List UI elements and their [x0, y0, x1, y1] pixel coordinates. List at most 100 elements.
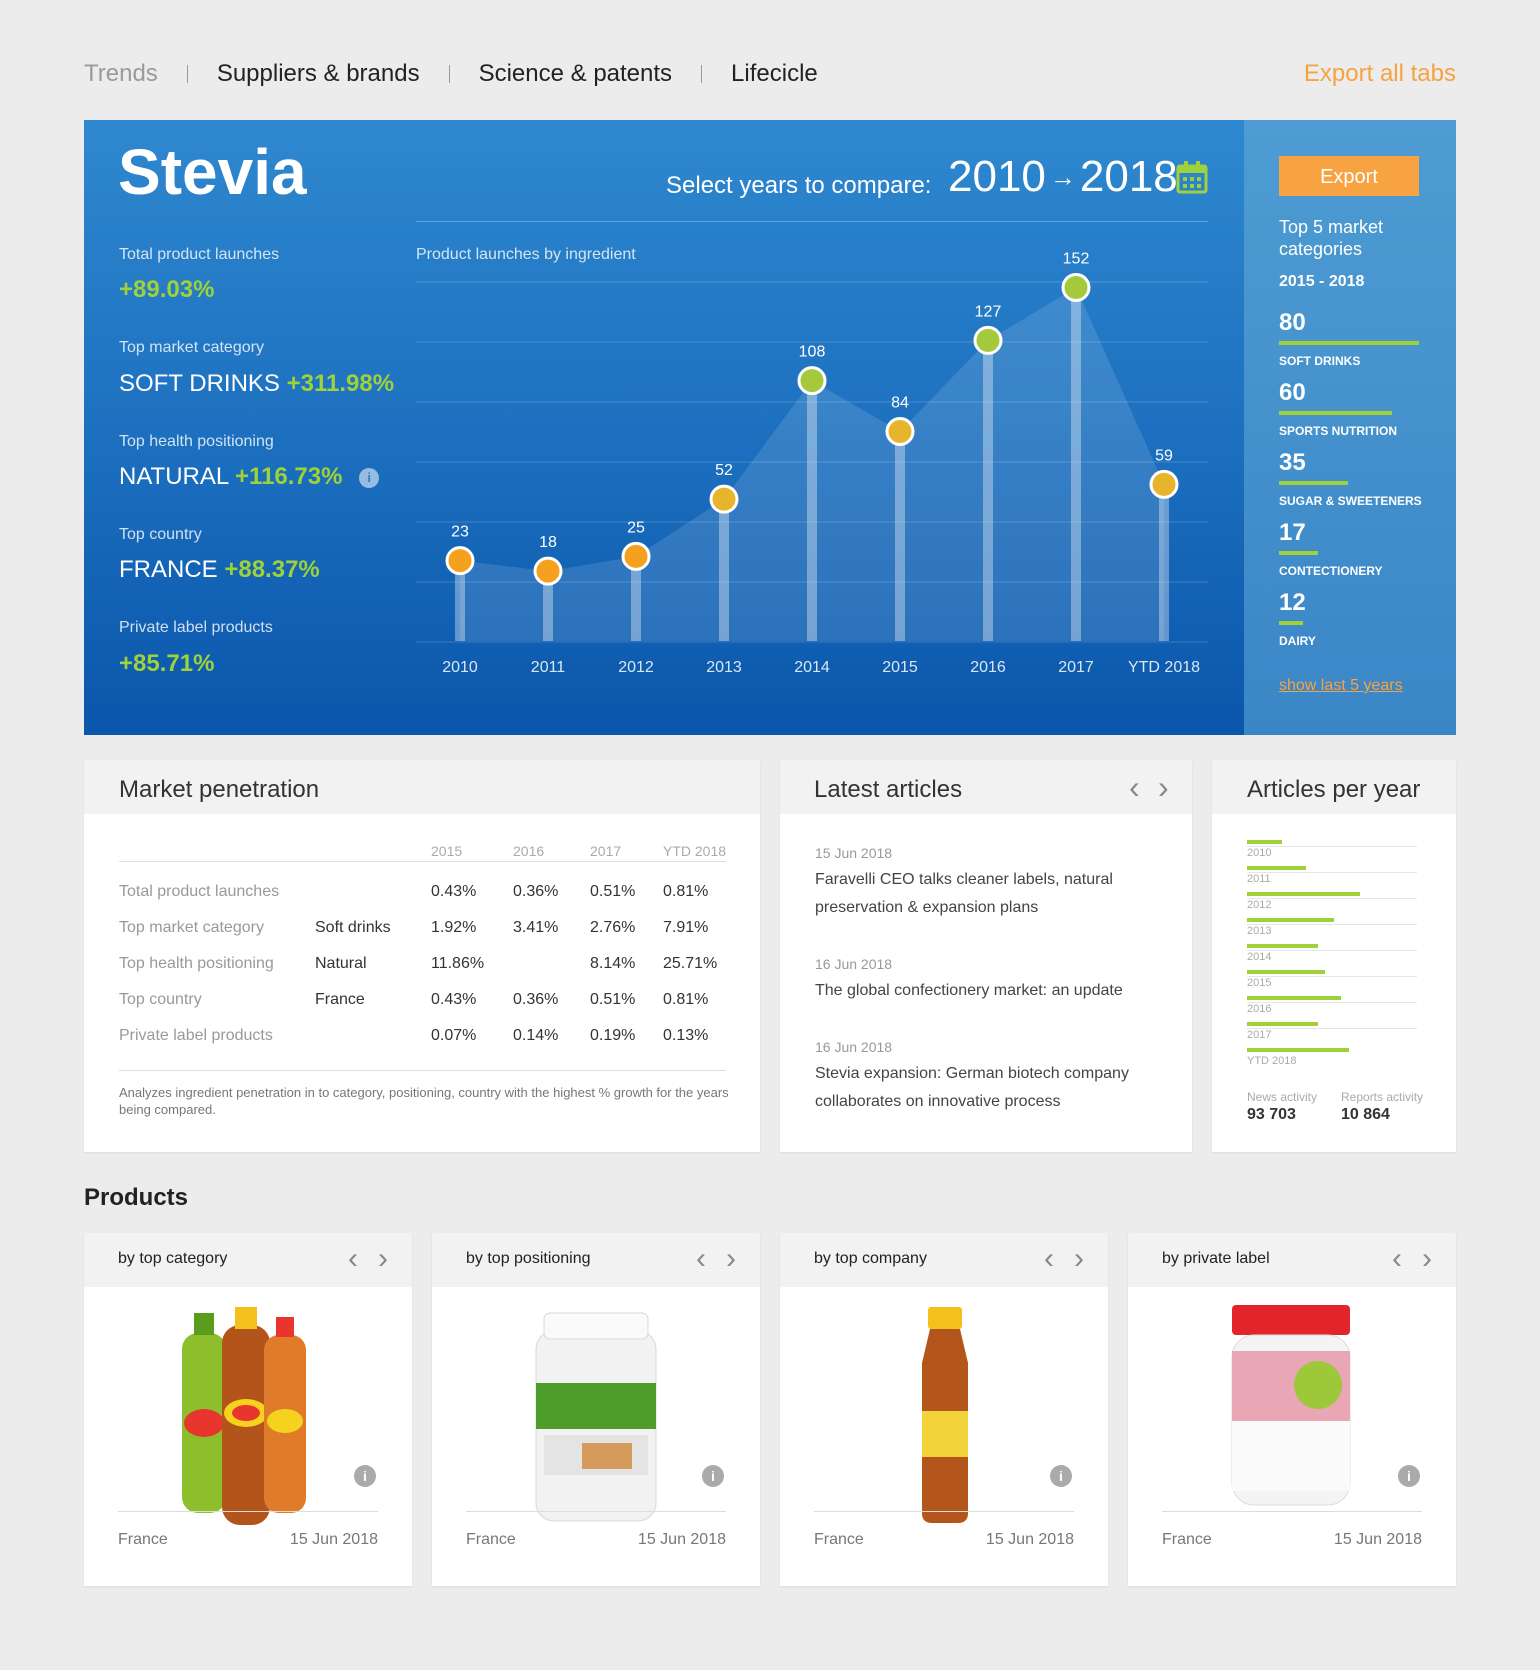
- x-tick-label: YTD 2018: [1128, 659, 1200, 676]
- product-card-title: by private label: [1162, 1250, 1270, 1267]
- product-card[interactable]: by top category ‹ › i France 15 Jun 2018: [84, 1233, 412, 1586]
- product-card-title: by top category: [118, 1250, 228, 1267]
- article-date: 15 Jun 2018: [815, 845, 893, 861]
- bar-stem: [1071, 287, 1081, 641]
- bottle-peach: [264, 1317, 306, 1513]
- bar-stem: [983, 340, 993, 641]
- chevron-right-icon[interactable]: ›: [1158, 771, 1169, 803]
- table-cell: 0.51%: [590, 883, 636, 900]
- chevron-right-icon[interactable]: ›: [1074, 1244, 1084, 1274]
- year-bar: [1247, 840, 1282, 844]
- table-cell: 0.81%: [663, 883, 709, 900]
- reports-activity-value: 10 864: [1341, 1106, 1390, 1123]
- category-count: 80: [1279, 309, 1306, 336]
- row-category: France: [315, 991, 365, 1008]
- table-cell: 25.71%: [663, 955, 718, 972]
- data-point: [533, 556, 563, 586]
- product-card[interactable]: by private label ‹ › i France 15 Jun 201…: [1128, 1233, 1456, 1586]
- product-card-title: by top company: [814, 1250, 927, 1267]
- article-link[interactable]: Stevia expansion: German biotech company…: [815, 1060, 1135, 1116]
- products-heading: Products: [84, 1184, 189, 1211]
- stevia-jar-image: [1231, 1305, 1351, 1506]
- year-label: 2017: [1247, 1029, 1272, 1041]
- category-bar: [1279, 481, 1348, 485]
- data-point: [1061, 273, 1091, 303]
- table-cell: 0.14%: [513, 1027, 559, 1044]
- table-cell: 7.91%: [663, 919, 709, 936]
- article-date: 16 Jun 2018: [815, 1039, 893, 1055]
- column-header: 2016: [513, 843, 545, 859]
- article-link[interactable]: Faravelli CEO talks cleaner labels, natu…: [815, 866, 1135, 922]
- year-bar: [1247, 1048, 1350, 1052]
- category-bar: [1279, 551, 1319, 555]
- year-label: 2011: [1247, 873, 1271, 885]
- chevron-left-icon[interactable]: ‹: [1392, 1244, 1402, 1274]
- card-title: Market penetration: [119, 776, 320, 803]
- chevron-left-icon[interactable]: ‹: [348, 1244, 358, 1274]
- export-button[interactable]: Export: [1279, 156, 1419, 196]
- product-card-title: by top positioning: [466, 1250, 591, 1267]
- year-divider: [1247, 976, 1417, 977]
- card-divider: [118, 1511, 378, 1512]
- year-divider: [1247, 924, 1417, 925]
- table-cell: 0.51%: [590, 991, 636, 1008]
- chevron-right-icon[interactable]: ›: [378, 1244, 388, 1274]
- row-label: Top health positioning: [119, 955, 274, 972]
- article-date: 16 Jun 2018: [815, 956, 893, 972]
- protein-tub-image: [535, 1312, 657, 1522]
- product-card[interactable]: by top positioning ‹ › i France 15 Jun 2…: [432, 1233, 760, 1586]
- info-icon[interactable]: i: [1050, 1465, 1072, 1487]
- product-date: 15 Jun 2018: [289, 1531, 378, 1548]
- year-label: 2014: [1247, 951, 1272, 963]
- table-cell: 0.36%: [513, 883, 559, 900]
- table-divider: [119, 861, 726, 862]
- column-header: 2017: [590, 843, 622, 859]
- chevron-left-icon[interactable]: ‹: [1044, 1244, 1054, 1274]
- card-divider: [466, 1511, 726, 1512]
- news-activity-label: News activity: [1247, 1090, 1318, 1104]
- info-icon[interactable]: i: [1398, 1465, 1420, 1487]
- info-icon[interactable]: i: [354, 1465, 376, 1487]
- top-categories-title: Top 5 market categories: [1279, 217, 1384, 259]
- data-point: [709, 484, 739, 514]
- data-point: [621, 541, 651, 571]
- news-activity-value: 93 703: [1247, 1106, 1296, 1123]
- chevron-left-icon[interactable]: ‹: [696, 1244, 706, 1274]
- chevron-right-icon[interactable]: ›: [726, 1244, 736, 1274]
- table-cell: 0.36%: [513, 991, 559, 1008]
- year-bar: [1247, 970, 1326, 974]
- chevron-left-icon[interactable]: ‹: [1129, 771, 1140, 803]
- table-cell: 0.07%: [431, 1027, 477, 1044]
- table-cell: 3.41%: [513, 919, 559, 936]
- data-point: [1149, 469, 1179, 499]
- row-label: Private label products: [119, 1027, 273, 1044]
- product-country: France: [1162, 1531, 1212, 1548]
- info-icon[interactable]: i: [702, 1465, 724, 1487]
- x-tick-label: 2014: [794, 659, 830, 676]
- x-tick-label: 2013: [706, 659, 742, 676]
- table-cell: 0.19%: [590, 1027, 636, 1044]
- chevron-right-icon[interactable]: ›: [1422, 1244, 1432, 1274]
- data-label: 59: [1155, 447, 1173, 464]
- fuze-tea-image: [922, 1307, 968, 1523]
- column-header: 2015: [431, 843, 463, 859]
- bottle-green: [182, 1313, 226, 1513]
- table-cell: 0.43%: [431, 991, 477, 1008]
- top-categories-range: 2015 - 2018: [1279, 273, 1365, 290]
- year-label: 2013: [1247, 925, 1272, 937]
- card-title: Articles per year: [1247, 776, 1421, 803]
- product-date: 15 Jun 2018: [1333, 1531, 1422, 1548]
- product-country: France: [118, 1531, 168, 1548]
- category-count: 17: [1279, 519, 1306, 546]
- product-country: France: [814, 1531, 864, 1548]
- column-header: YTD 2018: [663, 843, 727, 859]
- x-tick-label: 2016: [970, 659, 1006, 676]
- product-card[interactable]: by top company ‹ › i France 15 Jun 2018: [780, 1233, 1108, 1586]
- row-category: Natural: [315, 955, 367, 972]
- show-last-5-years-link[interactable]: show last 5 years: [1279, 677, 1403, 695]
- year-divider: [1247, 846, 1417, 847]
- category-count: 35: [1279, 449, 1306, 476]
- article-link[interactable]: The global confectionery market: an upda…: [815, 977, 1135, 1005]
- category-name: SOFT DRINKS: [1279, 354, 1361, 368]
- x-tick-label: 2010: [442, 659, 478, 676]
